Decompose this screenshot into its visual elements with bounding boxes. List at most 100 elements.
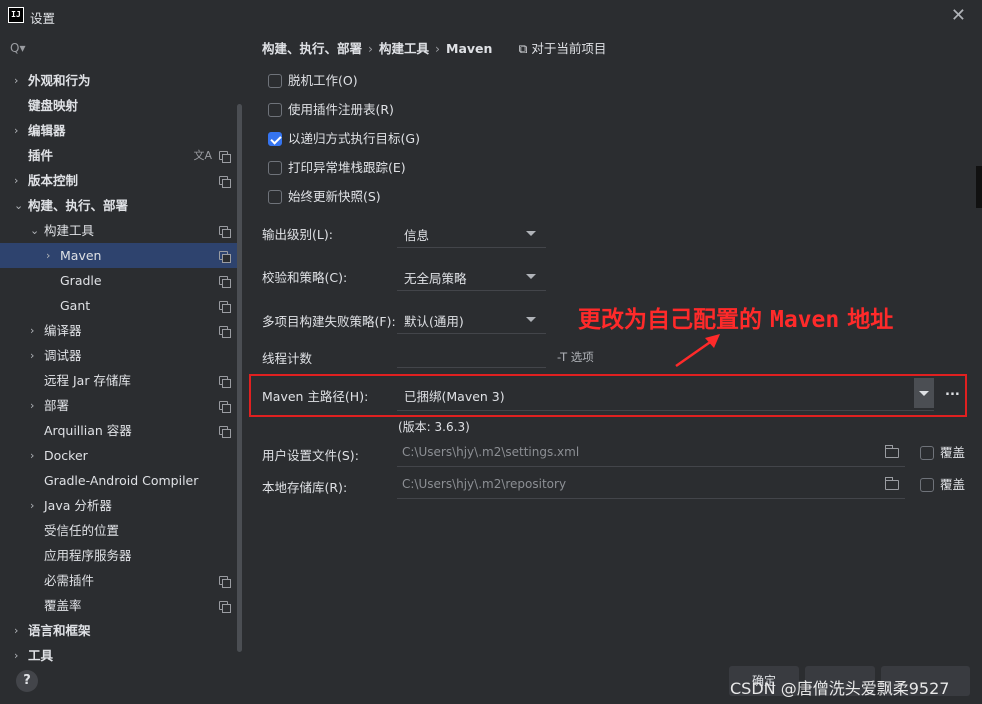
plugin-registry-checkbox[interactable]	[268, 103, 282, 117]
sidebar-item-java-profiler[interactable]: › Java 分析器	[0, 493, 238, 518]
sidebar-item-build-tools[interactable]: ⌄ 构建工具	[0, 218, 238, 243]
sidebar-item-coverage[interactable]: 覆盖率	[0, 593, 238, 618]
chevron-right-icon[interactable]: ›	[14, 168, 26, 193]
annotation-text-end: 地址	[839, 307, 894, 333]
chevron-right-icon[interactable]: ›	[30, 318, 42, 343]
folder-icon[interactable]	[885, 477, 899, 490]
chevron-right-icon[interactable]: ›	[30, 443, 42, 468]
local-repo-input[interactable]: C:\Users\hjy\.m2\repository	[397, 471, 905, 499]
thread-count-input[interactable]	[397, 340, 546, 368]
annotation-text-maven: Maven	[770, 307, 840, 333]
sidebar-item-keymap[interactable]: 键盘映射	[0, 93, 238, 118]
folder-icon[interactable]	[885, 445, 899, 458]
sidebar-item-label: 构建工具	[44, 223, 95, 238]
sidebar-item-plugins[interactable]: 插件 文A	[0, 143, 238, 168]
fail-policy-value: 默认(通用)	[404, 314, 464, 329]
sidebar-item-remote-jar[interactable]: 远程 Jar 存储库	[0, 368, 238, 393]
sidebar-item-label: 插件	[28, 148, 54, 163]
breadcrumb-build-tools[interactable]: 构建工具	[379, 41, 429, 56]
chevron-down-icon	[526, 274, 536, 279]
sidebar-item-compiler[interactable]: › 编译器	[0, 318, 238, 343]
sidebar-item-label: 键盘映射	[28, 98, 79, 113]
user-settings-override-checkbox[interactable]	[920, 446, 934, 460]
maven-home-drop-button[interactable]	[914, 378, 934, 408]
override-label: 覆盖	[940, 445, 966, 460]
sidebar-item-label: 版本控制	[28, 173, 79, 188]
thread-count-hint: -T 选项	[557, 350, 594, 364]
maven-home-label: Maven 主路径(H):	[262, 389, 369, 404]
chevron-down-icon[interactable]: ⌄	[14, 193, 26, 218]
chevron-right-icon[interactable]: ›	[14, 643, 26, 664]
chevron-right-icon[interactable]: ›	[30, 493, 42, 518]
local-repo-override-checkbox[interactable]	[920, 478, 934, 492]
sidebar-item-label: Gant	[60, 298, 91, 313]
stacktrace-checkbox[interactable]	[268, 161, 282, 175]
chevron-right-icon[interactable]: ›	[30, 393, 42, 418]
sidebar-item-languages[interactable]: › 语言和框架	[0, 618, 238, 643]
chevron-right-icon[interactable]: ›	[46, 243, 58, 268]
sidebar-item-appearance[interactable]: › 外观和行为	[0, 68, 238, 93]
sidebar-item-label: Maven	[60, 248, 102, 263]
sidebar-item-deployment[interactable]: › 部署	[0, 393, 238, 418]
sidebar-item-maven[interactable]: › Maven	[0, 243, 238, 268]
annotation-arrow-icon	[675, 334, 720, 368]
breadcrumb-maven: Maven	[446, 41, 493, 56]
checksum-dropdown[interactable]: 无全局策略	[397, 261, 546, 291]
chevron-right-icon[interactable]: ›	[14, 618, 26, 643]
chevron-down-icon[interactable]: ⌄	[30, 218, 42, 243]
project-scope-icon	[219, 601, 231, 613]
sidebar-item-build[interactable]: ⌄ 构建、执行、部署	[0, 193, 238, 218]
sidebar-item-gradle[interactable]: Gradle	[0, 268, 238, 293]
breadcrumb-build[interactable]: 构建、执行、部署	[262, 41, 362, 56]
offline-label: 脱机工作(O)	[288, 73, 358, 88]
close-icon[interactable]: ✕	[951, 5, 966, 26]
edge-tab	[976, 166, 982, 208]
offline-checkbox[interactable]	[268, 74, 282, 88]
sidebar-item-label: 调试器	[44, 348, 82, 363]
always-update-label: 始终更新快照(S)	[288, 189, 381, 204]
project-scope-icon	[219, 151, 231, 163]
sidebar-item-debugger[interactable]: › 调试器	[0, 343, 238, 368]
output-level-dropdown[interactable]: 信息	[397, 218, 546, 248]
breadcrumb-separator: ›	[368, 41, 374, 56]
sidebar-item-label: 必需插件	[44, 573, 95, 588]
recursive-checkbox[interactable]	[268, 132, 282, 146]
sidebar-item-app-servers[interactable]: 应用程序服务器	[0, 543, 238, 568]
plugin-registry-label: 使用插件注册表(R)	[288, 102, 394, 117]
project-scope-icon	[219, 301, 231, 313]
sidebar-item-gant[interactable]: Gant	[0, 293, 238, 318]
output-level-label: 输出级别(L):	[262, 227, 333, 242]
sidebar-item-label: 编辑器	[28, 123, 66, 138]
search-icon[interactable]: Q▾	[10, 41, 25, 55]
always-update-checkbox[interactable]	[268, 190, 282, 204]
sidebar-item-arquillian[interactable]: Arquillian 容器	[0, 418, 238, 443]
sidebar-item-tools[interactable]: › 工具	[0, 643, 238, 664]
output-level-value: 信息	[404, 228, 430, 243]
sidebar-item-label: 受信任的位置	[44, 523, 120, 538]
help-button[interactable]: ?	[16, 670, 38, 692]
chevron-right-icon[interactable]: ›	[14, 118, 26, 143]
sidebar-scrollbar[interactable]	[237, 104, 242, 652]
user-settings-path: C:\Users\hjy\.m2\settings.xml	[402, 445, 580, 459]
project-scope-icon	[219, 426, 231, 438]
maven-home-dropdown[interactable]: 已捆绑(Maven 3)	[397, 378, 934, 411]
maven-home-browse-button[interactable]: ...	[945, 384, 960, 399]
chevron-right-icon[interactable]: ›	[14, 68, 26, 93]
project-scope-label: ⧉ 对于当前项目	[518, 41, 607, 56]
sidebar-item-trusted-locations[interactable]: 受信任的位置	[0, 518, 238, 543]
stacktrace-label: 打印异常堆栈跟踪(E)	[288, 160, 406, 175]
fail-policy-dropdown[interactable]: 默认(通用)	[397, 304, 546, 334]
sidebar-item-docker[interactable]: › Docker	[0, 443, 238, 468]
sidebar-item-label: Docker	[44, 448, 88, 463]
user-settings-input[interactable]: C:\Users\hjy\.m2\settings.xml	[397, 439, 905, 467]
sidebar-item-editor[interactable]: › 编辑器	[0, 118, 238, 143]
sidebar-item-vcs[interactable]: › 版本控制	[0, 168, 238, 193]
sidebar-item-label: 应用程序服务器	[44, 548, 132, 563]
title-bar: IJ 设置 ✕	[0, 0, 982, 32]
sidebar-item-gradle-android[interactable]: Gradle-Android Compiler	[0, 468, 238, 493]
maven-home-value: 已捆绑(Maven 3)	[404, 389, 505, 404]
sidebar-item-label: 构建、执行、部署	[28, 198, 129, 213]
chevron-right-icon[interactable]: ›	[30, 343, 42, 368]
user-settings-label: 用户设置文件(S):	[262, 448, 359, 463]
sidebar-item-required-plugins[interactable]: 必需插件	[0, 568, 238, 593]
